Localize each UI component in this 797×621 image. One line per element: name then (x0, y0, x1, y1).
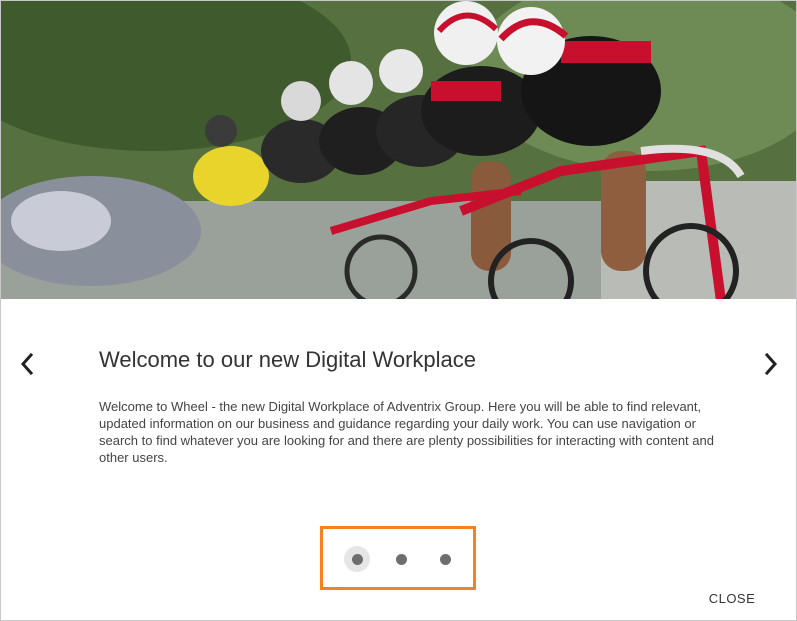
cyclists-photo (1, 1, 796, 299)
pagination-highlight (320, 526, 476, 590)
previous-slide-button[interactable] (12, 349, 42, 379)
chevron-right-icon (764, 352, 778, 376)
pagination-dot-1[interactable] (344, 546, 370, 572)
dot-icon (395, 553, 407, 565)
dot-icon (351, 553, 363, 565)
next-slide-button[interactable] (756, 349, 786, 379)
dialog-body: Welcome to Wheel - the new Digital Workp… (99, 399, 714, 465)
welcome-dialog: Welcome to our new Digital Workplace Wel… (0, 0, 797, 621)
pagination-dot-2[interactable] (388, 546, 414, 572)
chevron-left-icon (20, 352, 34, 376)
dot-icon (439, 553, 451, 565)
close-button[interactable]: CLOSE (701, 586, 763, 610)
pagination-dot-3[interactable] (432, 546, 458, 572)
hero-image (1, 1, 796, 299)
dialog-title: Welcome to our new Digital Workplace (99, 347, 477, 372)
